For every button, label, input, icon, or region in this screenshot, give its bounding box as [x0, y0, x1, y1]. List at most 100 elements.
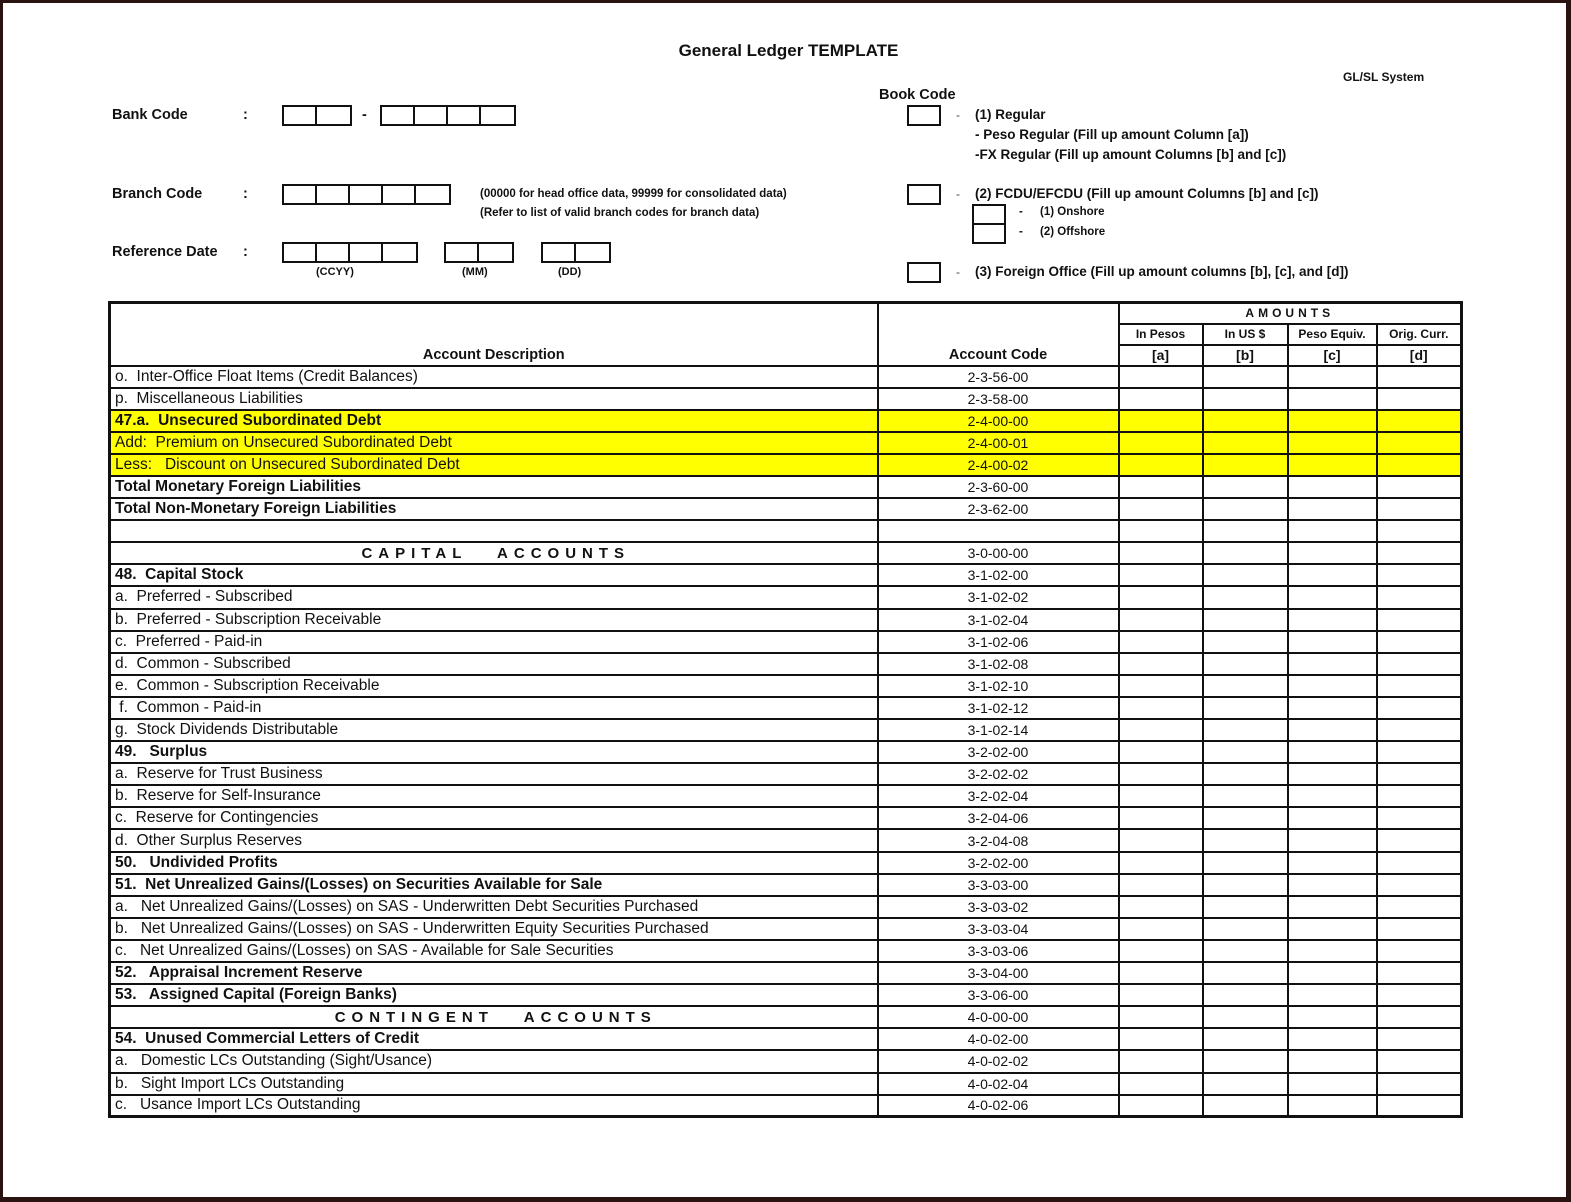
amount-in-us-dollars-cell[interactable] — [1201, 452, 1289, 477]
amount-peso-equiv-cell[interactable] — [1286, 806, 1378, 831]
digit-box[interactable] — [446, 244, 479, 261]
amount-in-pesos-cell[interactable] — [1117, 629, 1204, 654]
amount-orig-curr-cell[interactable] — [1375, 872, 1463, 897]
amount-orig-curr-cell[interactable] — [1375, 408, 1463, 433]
amount-in-pesos-cell[interactable] — [1117, 1049, 1204, 1074]
reference-year-input[interactable] — [282, 242, 418, 263]
reference-day-input[interactable] — [541, 242, 611, 263]
amount-in-pesos-cell[interactable] — [1117, 1027, 1204, 1052]
amount-orig-curr-cell[interactable] — [1375, 651, 1463, 676]
amount-in-us-dollars-cell[interactable] — [1201, 1005, 1289, 1030]
amount-peso-equiv-cell[interactable] — [1286, 983, 1378, 1008]
amount-peso-equiv-cell[interactable] — [1286, 828, 1378, 853]
amount-in-pesos-cell[interactable] — [1117, 1005, 1204, 1030]
amount-in-pesos-cell[interactable] — [1117, 430, 1204, 455]
amount-peso-equiv-cell[interactable] — [1286, 916, 1378, 941]
amount-orig-curr-cell[interactable] — [1375, 717, 1463, 743]
digit-box[interactable] — [383, 186, 416, 203]
amount-in-us-dollars-cell[interactable] — [1201, 364, 1289, 389]
amount-orig-curr-cell[interactable] — [1375, 1071, 1463, 1096]
amount-orig-curr-cell[interactable] — [1375, 740, 1463, 765]
amount-peso-equiv-cell[interactable] — [1286, 1005, 1378, 1030]
digit-box[interactable] — [317, 244, 350, 261]
digit-box[interactable] — [576, 244, 609, 261]
amount-in-pesos-cell[interactable] — [1117, 408, 1204, 433]
amount-in-us-dollars-cell[interactable] — [1201, 695, 1289, 721]
digit-box[interactable] — [317, 107, 350, 124]
amount-orig-curr-cell[interactable] — [1375, 519, 1463, 544]
digit-box[interactable] — [382, 107, 415, 124]
amount-in-us-dollars-cell[interactable] — [1201, 1093, 1289, 1118]
amount-in-us-dollars-cell[interactable] — [1201, 585, 1289, 610]
amount-orig-curr-cell[interactable] — [1375, 364, 1463, 389]
amount-peso-equiv-cell[interactable] — [1286, 1027, 1378, 1052]
amount-orig-curr-cell[interactable] — [1375, 673, 1463, 698]
amount-in-pesos-cell[interactable] — [1117, 364, 1204, 389]
reference-month-input[interactable] — [444, 242, 514, 263]
amount-in-pesos-cell[interactable] — [1117, 717, 1204, 743]
amount-orig-curr-cell[interactable] — [1375, 762, 1463, 787]
amount-orig-curr-cell[interactable] — [1375, 497, 1463, 522]
amount-in-us-dollars-cell[interactable] — [1201, 828, 1289, 853]
digit-box[interactable] — [350, 186, 383, 203]
amount-orig-curr-cell[interactable] — [1375, 983, 1463, 1008]
digit-box[interactable] — [479, 244, 512, 261]
amount-in-pesos-cell[interactable] — [1117, 916, 1204, 941]
amount-in-us-dollars-cell[interactable] — [1201, 938, 1289, 964]
amount-in-pesos-cell[interactable] — [1117, 762, 1204, 787]
digit-box[interactable] — [317, 186, 350, 203]
digit-box[interactable] — [543, 244, 576, 261]
amount-in-pesos-cell[interactable] — [1117, 386, 1204, 411]
amount-in-pesos-cell[interactable] — [1117, 938, 1204, 964]
amount-in-us-dollars-cell[interactable] — [1201, 386, 1289, 411]
branch-code-input[interactable] — [282, 184, 451, 205]
amount-in-pesos-cell[interactable] — [1117, 983, 1204, 1008]
digit-box[interactable] — [350, 244, 383, 261]
amount-orig-curr-cell[interactable] — [1375, 695, 1463, 721]
amount-in-pesos-cell[interactable] — [1117, 806, 1204, 831]
amount-peso-equiv-cell[interactable] — [1286, 563, 1378, 588]
amount-orig-curr-cell[interactable] — [1375, 386, 1463, 411]
amount-peso-equiv-cell[interactable] — [1286, 784, 1378, 809]
amount-in-us-dollars-cell[interactable] — [1201, 1027, 1289, 1052]
amount-peso-equiv-cell[interactable] — [1286, 497, 1378, 522]
amount-peso-equiv-cell[interactable] — [1286, 961, 1378, 986]
amount-in-us-dollars-cell[interactable] — [1201, 872, 1289, 897]
amount-peso-equiv-cell[interactable] — [1286, 408, 1378, 433]
amount-peso-equiv-cell[interactable] — [1286, 364, 1378, 389]
amount-peso-equiv-cell[interactable] — [1286, 695, 1378, 721]
amount-in-us-dollars-cell[interactable] — [1201, 430, 1289, 455]
amount-peso-equiv-cell[interactable] — [1286, 607, 1378, 632]
amount-peso-equiv-cell[interactable] — [1286, 629, 1378, 654]
amount-peso-equiv-cell[interactable] — [1286, 651, 1378, 676]
amount-in-pesos-cell[interactable] — [1117, 1071, 1204, 1096]
amount-peso-equiv-cell[interactable] — [1286, 541, 1378, 566]
amount-peso-equiv-cell[interactable] — [1286, 673, 1378, 698]
book-code-regular-checkbox[interactable] — [907, 105, 941, 126]
amount-peso-equiv-cell[interactable] — [1286, 850, 1378, 875]
amount-orig-curr-cell[interactable] — [1375, 1005, 1463, 1030]
amount-orig-curr-cell[interactable] — [1375, 585, 1463, 610]
amount-orig-curr-cell[interactable] — [1375, 474, 1463, 500]
amount-peso-equiv-cell[interactable] — [1286, 1049, 1378, 1074]
digit-box[interactable] — [481, 107, 514, 124]
amount-peso-equiv-cell[interactable] — [1286, 452, 1378, 477]
amount-in-us-dollars-cell[interactable] — [1201, 497, 1289, 522]
digit-box[interactable] — [416, 186, 449, 203]
amount-in-us-dollars-cell[interactable] — [1201, 762, 1289, 787]
amount-in-us-dollars-cell[interactable] — [1201, 1071, 1289, 1096]
amount-in-pesos-cell[interactable] — [1117, 541, 1204, 566]
digit-box[interactable] — [284, 186, 317, 203]
amount-orig-curr-cell[interactable] — [1375, 916, 1463, 941]
amount-in-us-dollars-cell[interactable] — [1201, 894, 1289, 919]
amount-in-us-dollars-cell[interactable] — [1201, 850, 1289, 875]
amount-in-pesos-cell[interactable] — [1117, 695, 1204, 721]
amount-in-us-dollars-cell[interactable] — [1201, 1049, 1289, 1074]
amount-peso-equiv-cell[interactable] — [1286, 717, 1378, 743]
amount-orig-curr-cell[interactable] — [1375, 894, 1463, 919]
amount-orig-curr-cell[interactable] — [1375, 1049, 1463, 1074]
amount-in-us-dollars-cell[interactable] — [1201, 408, 1289, 433]
amount-in-pesos-cell[interactable] — [1117, 828, 1204, 853]
amount-peso-equiv-cell[interactable] — [1286, 938, 1378, 964]
amount-orig-curr-cell[interactable] — [1375, 452, 1463, 477]
